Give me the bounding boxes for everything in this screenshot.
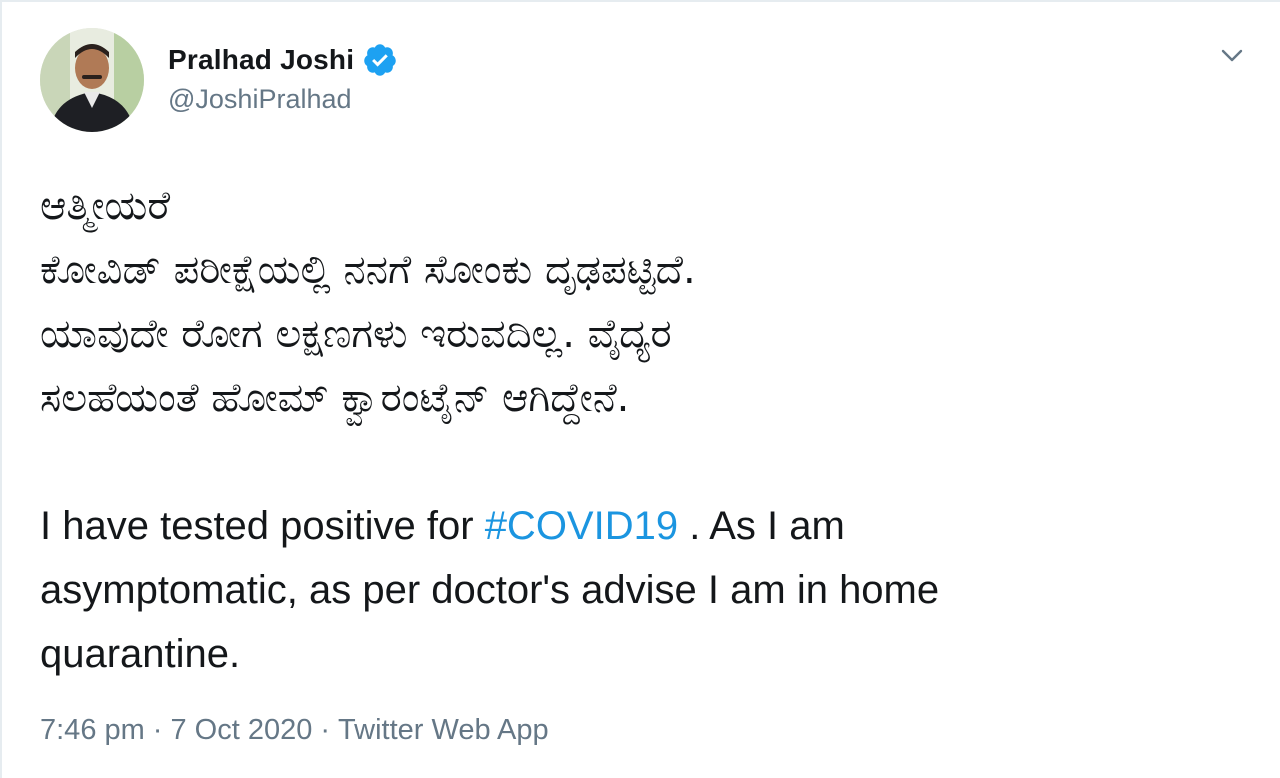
tweet-menu-button[interactable] [1214,38,1250,74]
tweet-text-kannada-line-3: ಯಾವುದೇ ರೋಗ ಲಕ್ಷಣಗಳು ಇರುವದಿಲ್ಲ. ವೈದ್ಯರ [40,311,672,357]
tweet-text-kannada-line-4: ಸಲಹೆಯಂತೆ ಹೋಮ್ ಕ್ವಾರಂಟೈನ್ ಆಗಿದ್ದೇನೆ. [40,375,630,421]
chevron-down-icon [1221,49,1243,62]
tweet-text-after-hashtag: . As I am [678,504,845,548]
meta-separator: · [320,714,331,746]
author-display-name[interactable]: Pralhad Joshi [168,44,354,76]
tweet-card: Pralhad Joshi @JoshiPralhad ಆತ್ಮೀಯರೆ ಕೋವ… [0,0,1280,778]
tweet-body: ಆತ್ಮೀಯರೆ ಕೋವಿಡ್ ಪರೀಕ್ಷೆಯಲ್ಲಿ ನನಗೆ ಸೋಂಕು … [40,174,1240,686]
tweet-text-english-line-3: quarantine. [40,632,241,676]
tweet-text-english-line-1: I have tested positive for #COVID19 . As… [40,494,1240,558]
tweet-meta: 7:46 pm · 7 Oct 2020 · Twitter Web App [40,714,549,747]
meta-separator: · [152,714,163,746]
avatar[interactable] [40,28,144,132]
tweet-text-kannada-line-1: ಆತ್ಮೀಯರೆ [40,183,171,229]
avatar-image [40,28,144,132]
hashtag-link[interactable]: #COVID19 [485,504,678,548]
author-handle[interactable]: @JoshiPralhad [168,84,352,115]
tweet-source[interactable]: Twitter Web App [338,714,549,747]
tweet-text-english-line-2: asymptomatic, as per doctor's advise I a… [40,568,940,612]
tweet-date[interactable]: 7 Oct 2020 [170,714,312,747]
tweet-text-kannada-line-2: ಕೋವಿಡ್ ಪರೀಕ್ಷೆಯಲ್ಲಿ ನನಗೆ ಸೋಂಕು ದೃಢಪಟ್ಟಿದ… [40,247,696,293]
tweet-text-before-hashtag: I have tested positive for [40,504,485,548]
verified-badge-icon [364,44,396,76]
tweet-time[interactable]: 7:46 pm [40,714,145,747]
author-name-row: Pralhad Joshi [168,42,398,78]
